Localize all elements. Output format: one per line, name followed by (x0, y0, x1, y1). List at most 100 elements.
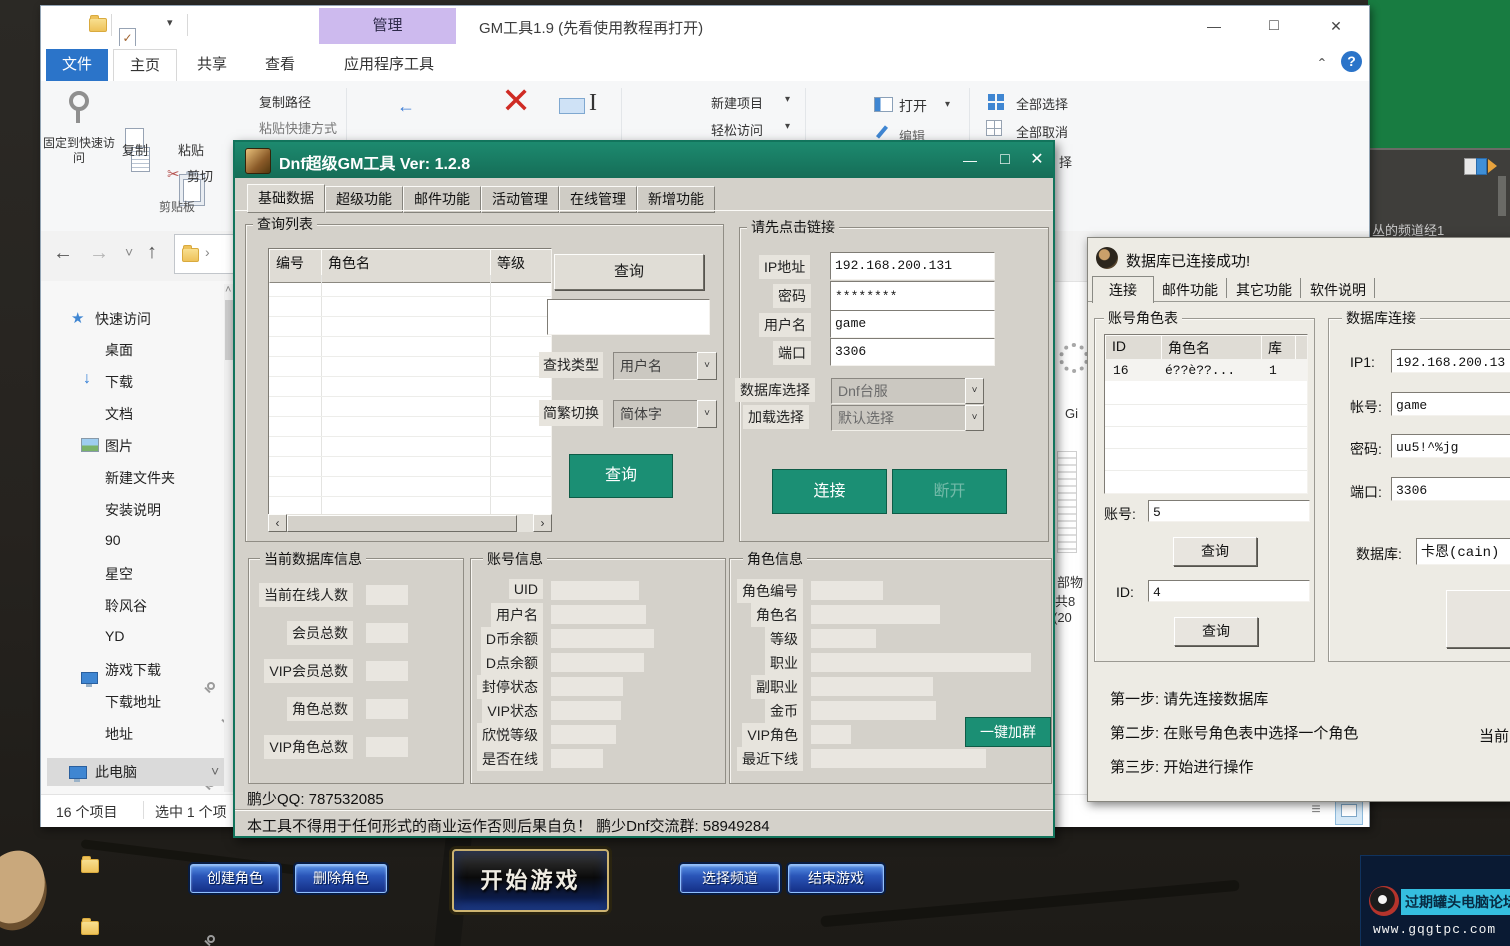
dialog-tab-other[interactable]: 其它功能 (1236, 280, 1292, 300)
password-input[interactable]: ******** (830, 281, 995, 311)
sidebar-item-desktop[interactable]: 桌面 (105, 340, 133, 360)
gm-tab-new-features[interactable]: 新增功能 (637, 186, 715, 213)
table-row[interactable] (269, 315, 551, 317)
table-row[interactable] (1105, 447, 1307, 449)
gm-minimize-button[interactable]: — (957, 148, 983, 172)
username-input[interactable]: game (830, 310, 995, 338)
quick-access-folder-icon[interactable] (89, 18, 107, 32)
db-select-arrow-icon[interactable]: ˅ (965, 378, 984, 404)
load-select-arrow-icon[interactable]: ˅ (965, 405, 984, 431)
connect-button[interactable]: 连接 (772, 469, 887, 514)
delete-character-button[interactable]: 删除角色 (295, 864, 387, 893)
cut-button[interactable]: 剪切 (187, 166, 213, 185)
easy-access-dropdown-icon[interactable]: ▾ (785, 121, 790, 132)
sidebar-item-documents[interactable]: 文档 (105, 404, 133, 424)
scroll-right-icon[interactable]: › (533, 514, 552, 532)
sidebar-item-folder[interactable]: 聆风谷 (105, 596, 147, 616)
table-row[interactable] (269, 395, 551, 397)
id-query-button[interactable]: 查询 (1174, 617, 1258, 646)
table-row[interactable] (269, 335, 551, 337)
sidebar-item-this-pc-bg[interactable]: 此电脑 ˅ (47, 758, 229, 786)
search-type-select[interactable]: 用户名 (613, 352, 699, 380)
scroll-thumb[interactable] (225, 300, 233, 360)
delete-icon[interactable]: ✕ (501, 83, 531, 119)
rename-icon[interactable] (559, 98, 585, 114)
query-table-hscrollbar[interactable]: ‹ › (268, 514, 550, 532)
select-channel-button[interactable]: 选择频道 (680, 864, 780, 893)
db-select[interactable]: Dnf台服 (831, 378, 967, 404)
table-row-selected[interactable]: 16 é??è??... 1 (1105, 359, 1307, 381)
sidebar-item-folder[interactable]: 90 (105, 532, 121, 548)
sidebar-item-folder[interactable]: 新建文件夹 (105, 468, 175, 488)
tab-file[interactable]: 文件 (46, 49, 108, 81)
disconnect-button[interactable]: 断开 (892, 469, 1007, 514)
simp-trad-select[interactable]: 简体字 (613, 400, 699, 428)
query-button[interactable]: 查询 (569, 454, 673, 498)
sidebar-item-folder[interactable]: 地址 (105, 724, 133, 744)
roles-table[interactable]: ID 角色名 库 16 é??è??... 1 (1104, 334, 1308, 494)
table-row[interactable] (269, 415, 551, 417)
id-input[interactable]: 4 (1148, 580, 1310, 602)
gm-tab-activity[interactable]: 活动管理 (481, 186, 559, 213)
up-icon[interactable]: ↑ (147, 241, 157, 264)
table-row[interactable] (269, 295, 551, 297)
table-row[interactable] (269, 435, 551, 437)
scroll-left-icon[interactable]: ‹ (268, 514, 287, 532)
dlg-password-input[interactable]: uu5!^%jg (1391, 434, 1510, 458)
scroll-up-icon[interactable]: ˄ (225, 284, 231, 296)
toggle-icon[interactable] (1464, 158, 1494, 174)
search-type-arrow-icon[interactable]: ˅ (697, 352, 717, 380)
open-button[interactable]: 打开 (899, 96, 927, 116)
scrollbar[interactable] (1498, 176, 1506, 216)
tab-view[interactable]: 查看 (249, 49, 311, 81)
sidebar-item-folder[interactable]: 安装说明 (105, 500, 161, 520)
dialog-partial-button[interactable] (1446, 590, 1510, 648)
gm-titlebar[interactable]: Dnf超级GM工具 Ver: 1.2.8 — □ ✕ (235, 142, 1053, 178)
scissors-icon[interactable]: ✂ (167, 165, 180, 183)
gm-tab-mail[interactable]: 邮件功能 (403, 186, 481, 213)
sidebar-item-this-pc[interactable]: 此电脑 (95, 762, 137, 782)
easy-access-button[interactable]: 轻松访问 (711, 120, 763, 139)
back-icon[interactable]: ← (53, 242, 73, 265)
start-game-button[interactable]: 开始游戏 (452, 849, 609, 912)
dialog-tab-help[interactable]: 软件说明 (1310, 280, 1366, 300)
qat-dropdown-icon[interactable]: ▾ (167, 16, 173, 29)
invert-selection-partial[interactable]: 择 (1059, 152, 1072, 171)
select-all-button[interactable]: 全部选择 (1016, 94, 1068, 113)
gm-close-button[interactable]: ✕ (1024, 148, 1050, 172)
open-dropdown-icon[interactable]: ▾ (945, 99, 950, 110)
tab-share[interactable]: 共享 (181, 49, 243, 81)
contextual-tab-manage[interactable]: 管理 (319, 8, 456, 44)
gm-tab-basic-data[interactable]: 基础数据 (247, 184, 325, 213)
scroll-thumb[interactable] (287, 515, 517, 532)
forward-icon[interactable]: → (89, 242, 109, 265)
dlg-db-input[interactable]: 卡恩(cain) (1416, 538, 1510, 565)
query-table[interactable]: 编号 角色名 等级 (268, 248, 552, 516)
join-group-button[interactable]: 一键加群 (965, 717, 1051, 747)
sidebar-item-quick-access[interactable]: 快速访问 (95, 309, 151, 329)
table-row[interactable] (269, 455, 551, 457)
close-button[interactable]: ✕ (1313, 14, 1359, 38)
account-input[interactable]: 5 (1148, 500, 1310, 522)
paste-shortcut-button[interactable]: 粘贴快捷方式 (259, 118, 337, 137)
sidebar-item-folder[interactable]: 下载地址 (105, 692, 161, 712)
table-row[interactable] (269, 355, 551, 357)
table-row[interactable] (1105, 403, 1307, 405)
gm-maximize-button[interactable]: □ (992, 148, 1018, 172)
port-input[interactable]: 3306 (830, 338, 995, 366)
column-header-name[interactable]: 角色名 (321, 249, 504, 283)
ribbon-collapse-icon[interactable]: ˆ (1319, 56, 1325, 77)
column-header-level[interactable]: 等级 (490, 249, 552, 283)
simp-trad-arrow-icon[interactable]: ˅ (697, 400, 717, 428)
minimize-button[interactable]: — (1191, 14, 1237, 38)
deselect-all-button[interactable]: 全部取消 (1016, 122, 1068, 141)
table-row[interactable] (269, 375, 551, 377)
copy-button[interactable]: 复制 (103, 143, 167, 159)
table-row[interactable] (1105, 469, 1307, 471)
table-row[interactable] (1105, 425, 1307, 427)
account-query-button[interactable]: 查询 (1173, 537, 1257, 566)
help-icon[interactable]: ? (1341, 51, 1362, 72)
new-item-dropdown-icon[interactable]: ▾ (785, 94, 790, 105)
tab-home[interactable]: 主页 (113, 49, 177, 82)
sidebar-item-folder[interactable]: 星空 (105, 564, 133, 584)
